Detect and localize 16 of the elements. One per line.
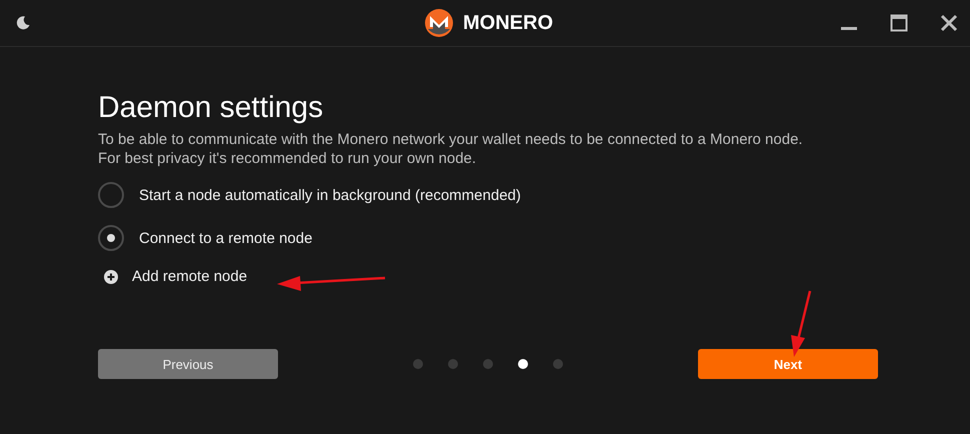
previous-button[interactable]: Previous: [98, 349, 278, 379]
description-text: To be able to communicate with the Monero network your wallet needs to be connected to a Monero node.: [98, 130, 804, 149]
logo-icon: [425, 9, 453, 37]
annotation-arrow: [791, 290, 812, 357]
radio-label[interactable]: Connect to a remote node: [139, 230, 312, 246]
moon-icon[interactable]: [15, 15, 31, 31]
page-heading: Daemon settings: [98, 91, 324, 125]
radio-button[interactable]: [98, 225, 124, 251]
add-remote-node-link[interactable]: Add remote node: [132, 268, 248, 285]
close-icon[interactable]: [940, 14, 958, 32]
plus-icon[interactable]: [104, 270, 118, 284]
radio-label[interactable]: Start a node automatically in background (recommended): [139, 186, 521, 204]
radio-button[interactable]: [98, 182, 124, 208]
description-text: For best privacy it's recommended to run your own node.: [98, 149, 478, 168]
maximize-icon[interactable]: [890, 14, 908, 32]
window-title: MONERO: [463, 12, 553, 34]
